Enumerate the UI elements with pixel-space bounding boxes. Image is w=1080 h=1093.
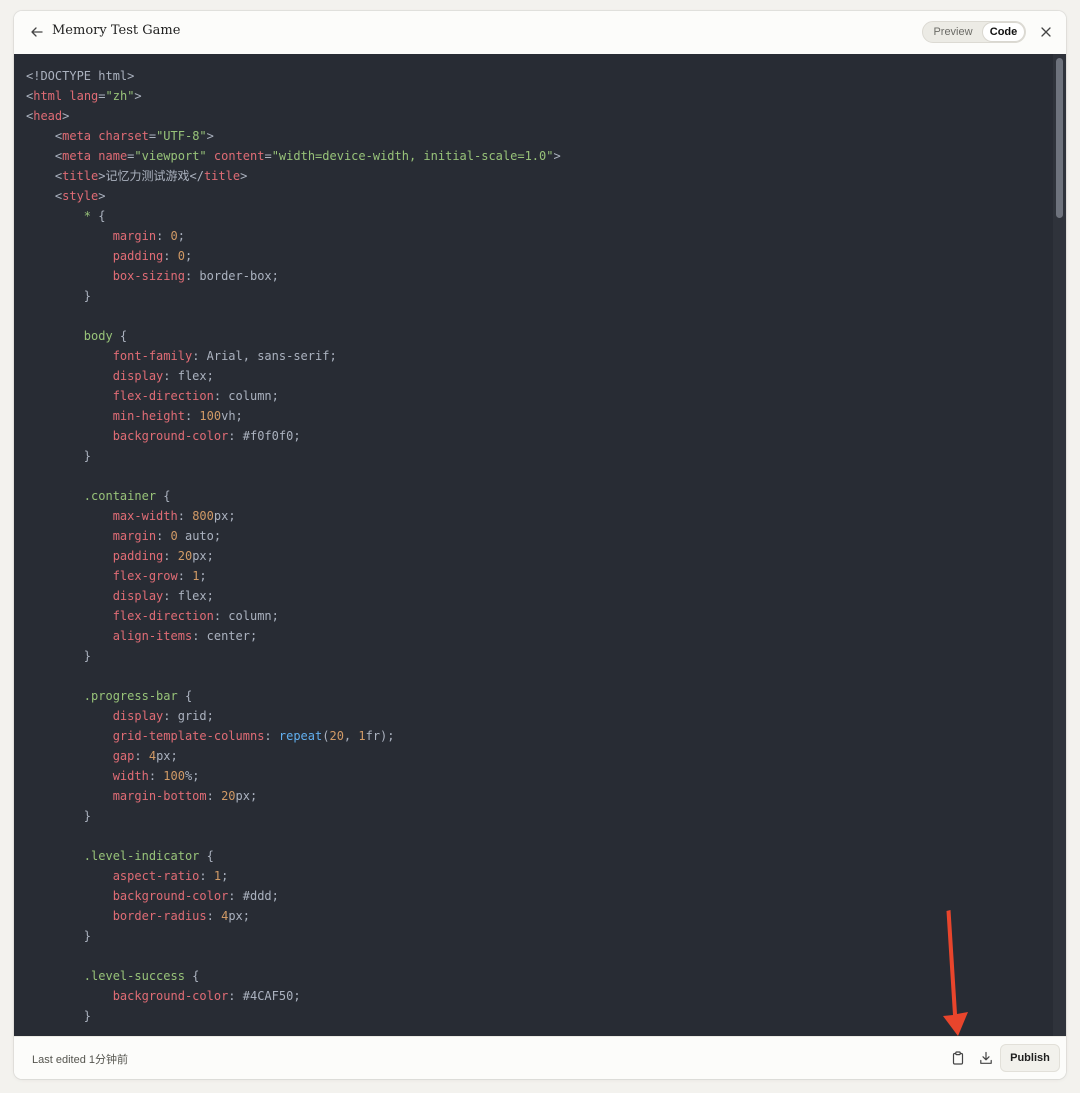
code-line: border-radius: 4px; xyxy=(112,909,250,923)
code-line: } xyxy=(26,809,92,823)
code-line: flex-direction: column; xyxy=(112,389,279,403)
artifact-header: Memory Test Game Preview Code xyxy=(14,11,1066,54)
tab-preview[interactable]: Preview xyxy=(925,23,981,41)
code-line: gap: 4px; xyxy=(112,749,178,763)
code-line: <meta charset="UTF-8"> xyxy=(26,129,214,143)
code-line: } xyxy=(26,289,92,303)
download-button[interactable] xyxy=(976,1048,996,1068)
code-line: <title>记忆力测试游戏</title> xyxy=(26,169,248,183)
arrow-left-icon xyxy=(31,27,43,37)
code-line: display: grid; xyxy=(112,709,214,723)
code-line: } xyxy=(26,449,92,463)
code-line: margin: 0 auto; xyxy=(112,529,222,543)
code-line: max-width: 800px; xyxy=(112,509,236,523)
code-line: background-color: #f0f0f0; xyxy=(112,429,301,443)
code-line: font-family: Arial, sans-serif; xyxy=(112,349,337,363)
clipboard-icon xyxy=(952,1051,964,1065)
code-line: margin: 0; xyxy=(112,229,185,243)
code-line: .progress-bar { xyxy=(83,689,193,703)
scrollbar[interactable] xyxy=(1053,54,1066,1036)
code-line: flex-grow: 1; xyxy=(112,569,207,583)
copy-button[interactable] xyxy=(948,1048,968,1068)
close-icon xyxy=(1041,27,1051,37)
download-icon xyxy=(980,1051,992,1064)
code-editor[interactable]: <!DOCTYPE html> <html lang="zh"> <head> <m… xyxy=(14,54,1066,1036)
back-button[interactable] xyxy=(26,21,48,43)
code-line: background-color: #4CAF50; xyxy=(112,989,301,1003)
last-edited-text: Last edited 1分钟前 xyxy=(32,1054,128,1066)
code-line: padding: 20px; xyxy=(112,549,214,563)
code-line: * { xyxy=(83,209,106,223)
code-content: <!DOCTYPE html> <html lang="zh"> <head> <m… xyxy=(26,66,561,1026)
code-line: <style> xyxy=(26,189,106,203)
view-toggle: Preview Code xyxy=(922,21,1026,43)
code-line: <html lang="zh"> xyxy=(26,89,142,103)
code-line: <meta name="viewport" content="width=dev… xyxy=(26,149,561,163)
code-line: } xyxy=(26,1009,92,1023)
code-line: .level-success { xyxy=(83,969,200,983)
artifact-footer: Last edited 1分钟前 Publish xyxy=(14,1036,1066,1079)
code-line: min-height: 100vh; xyxy=(112,409,243,423)
code-line: box-sizing: border-box; xyxy=(112,269,279,283)
close-button[interactable] xyxy=(1036,22,1056,42)
code-line: .container { xyxy=(83,489,171,503)
scrollbar-thumb[interactable] xyxy=(1056,58,1063,218)
code-line: body { xyxy=(83,329,128,343)
artifact-window: Memory Test Game Preview Code <!DOCTYPE … xyxy=(14,11,1066,1079)
code-line: display: flex; xyxy=(112,369,214,383)
code-line: padding: 0; xyxy=(112,249,193,263)
code-line: grid-template-columns: repeat(20, 1fr); xyxy=(112,729,395,743)
code-line: background-color: #ddd; xyxy=(112,889,279,903)
code-line: <head> xyxy=(26,109,70,123)
code-line: align-items: center; xyxy=(112,629,258,643)
page-title: Memory Test Game xyxy=(52,23,181,38)
tab-code[interactable]: Code xyxy=(983,23,1024,41)
code-line: width: 100%; xyxy=(112,769,200,783)
code-line: } xyxy=(26,929,92,943)
publish-button[interactable]: Publish xyxy=(1000,1044,1060,1072)
code-line: } xyxy=(26,649,92,663)
code-line: display: flex; xyxy=(112,589,214,603)
code-line: .level-indicator { xyxy=(83,849,214,863)
code-line: aspect-ratio: 1; xyxy=(112,869,229,883)
code-line: flex-direction: column; xyxy=(112,609,279,623)
code-line: <!DOCTYPE html> xyxy=(26,69,135,83)
code-line: margin-bottom: 20px; xyxy=(112,789,258,803)
